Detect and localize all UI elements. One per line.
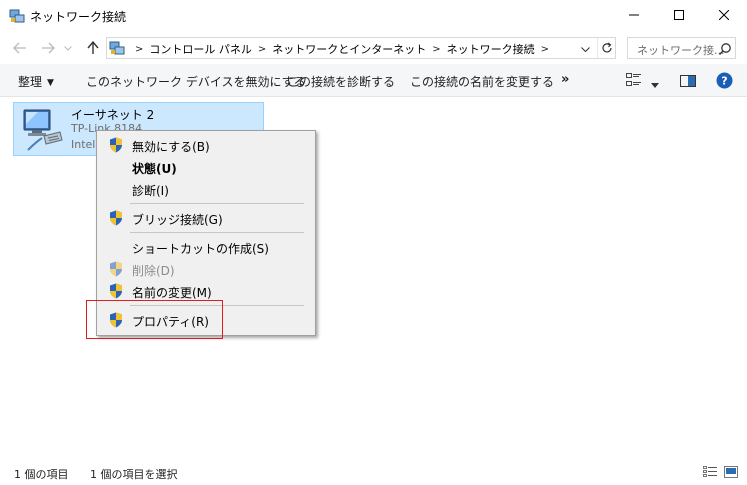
diagnose-button[interactable]: この接続を診断する <box>287 73 395 90</box>
menu-item-label: 診断(I) <box>132 184 169 198</box>
breadcrumb: > コントロール パネル > ネットワークとインターネット > ネットワーク接続… <box>129 41 555 57</box>
menu-item-status[interactable]: 状態(U) <box>99 156 313 178</box>
recent-locations-button[interactable] <box>62 38 74 58</box>
minimize-icon <box>629 14 639 16</box>
breadcrumb-network-internet[interactable]: ネットワークとインターネット <box>272 41 426 57</box>
maximize-icon <box>674 10 684 20</box>
menu-item-label: 無効にする(B) <box>132 140 210 154</box>
address-dropdown-button[interactable] <box>577 41 593 57</box>
help-icon: ? <box>716 72 733 89</box>
caret-down-icon <box>651 83 659 88</box>
chevron-down-icon <box>580 46 590 52</box>
network-connections-icon <box>9 9 25 23</box>
details-view-button[interactable] <box>703 466 717 481</box>
organize-button[interactable]: 整理 ▼ <box>18 73 54 90</box>
caret-down-icon: ▼ <box>47 78 54 88</box>
item-count: 1 個の項目 <box>14 468 69 481</box>
organize-label: 整理 <box>18 75 43 89</box>
help-button[interactable]: ? <box>716 72 733 92</box>
search-input[interactable]: ネットワーク接... <box>627 37 736 59</box>
refresh-icon <box>601 42 612 53</box>
menu-item-delete[interactable]: 削除(D) <box>99 258 313 280</box>
menu-item-label: ブリッジ接続(G) <box>132 213 223 227</box>
adapter-device: Intel <box>71 138 96 151</box>
uac-shield-icon <box>110 283 122 299</box>
breadcrumb-separator-icon[interactable]: > <box>432 44 440 55</box>
menu-item-label: ショートカットの作成(S) <box>132 242 269 256</box>
disable-device-button[interactable]: このネットワーク デバイスを無効にする <box>86 73 306 90</box>
control-panel-icon <box>109 41 125 55</box>
uac-shield-icon <box>110 210 122 226</box>
refresh-button[interactable] <box>597 38 615 58</box>
breadcrumb-separator-icon[interactable]: > <box>135 44 143 55</box>
close-icon <box>719 10 729 20</box>
menu-item-create-shortcut[interactable]: ショートカットの作成(S) <box>99 236 313 258</box>
ethernet-adapter-icon <box>23 109 63 151</box>
menu-item-diagnose[interactable]: 診断(I) <box>99 178 313 200</box>
menu-item-label: 状態(U) <box>132 162 177 176</box>
menu-separator <box>130 203 304 204</box>
breadcrumb-separator-icon[interactable]: > <box>541 44 549 55</box>
chevron-down-icon <box>64 45 72 51</box>
address-bar[interactable]: > コントロール パネル > ネットワークとインターネット > ネットワーク接続… <box>106 37 616 59</box>
details-view-icon <box>703 466 717 477</box>
large-icons-view-button[interactable] <box>724 466 738 481</box>
search-icon <box>719 43 731 55</box>
forward-arrow-icon <box>42 42 55 54</box>
back-arrow-icon <box>13 42 26 54</box>
view-details-icon <box>626 73 641 86</box>
up-arrow-icon <box>87 41 99 54</box>
adapter-name: イーサネット 2 <box>71 108 155 122</box>
preview-pane-button[interactable] <box>680 75 696 90</box>
menu-separator <box>130 232 304 233</box>
svg-text:?: ? <box>721 75 727 88</box>
menu-item-label: 削除(D) <box>132 264 175 278</box>
breadcrumb-network-connections[interactable]: ネットワーク接続 <box>447 41 535 57</box>
back-button[interactable] <box>10 38 30 58</box>
menu-item-disable[interactable]: 無効にする(B) <box>99 134 313 156</box>
up-button[interactable] <box>83 38 103 58</box>
title-bar: ネットワーク接続 <box>0 0 747 32</box>
uac-shield-icon <box>110 261 122 277</box>
preview-pane-icon <box>680 75 696 87</box>
window-title: ネットワーク接続 <box>30 10 127 24</box>
rename-button[interactable]: この接続の名前を変更する <box>410 73 554 90</box>
uac-shield-icon <box>110 137 122 153</box>
selected-count: 1 個の項目を選択 <box>90 468 178 481</box>
search-placeholder: ネットワーク接... <box>637 44 725 57</box>
change-view-button[interactable] <box>626 73 642 90</box>
minimize-button[interactable] <box>611 0 657 30</box>
breadcrumb-control-panel[interactable]: コントロール パネル <box>149 41 252 57</box>
menu-item-rename[interactable]: 名前の変更(M) <box>99 280 313 302</box>
status-bar: 1 個の項目 1 個の項目を選択 <box>0 460 747 485</box>
large-icons-view-icon <box>724 466 738 478</box>
more-commands-button[interactable]: » <box>561 72 569 87</box>
forward-button[interactable] <box>38 38 58 58</box>
breadcrumb-separator-icon[interactable]: > <box>258 44 266 55</box>
close-button[interactable] <box>701 0 747 30</box>
highlight-annotation <box>86 300 223 339</box>
view-options-button[interactable] <box>651 77 659 91</box>
menu-item-bridge[interactable]: ブリッジ接続(G) <box>99 207 313 229</box>
menu-item-label: 名前の変更(M) <box>132 286 212 300</box>
command-bar: 整理 ▼ このネットワーク デバイスを無効にする この接続を診断する この接続の名… <box>0 64 747 97</box>
maximize-button[interactable] <box>656 0 702 30</box>
